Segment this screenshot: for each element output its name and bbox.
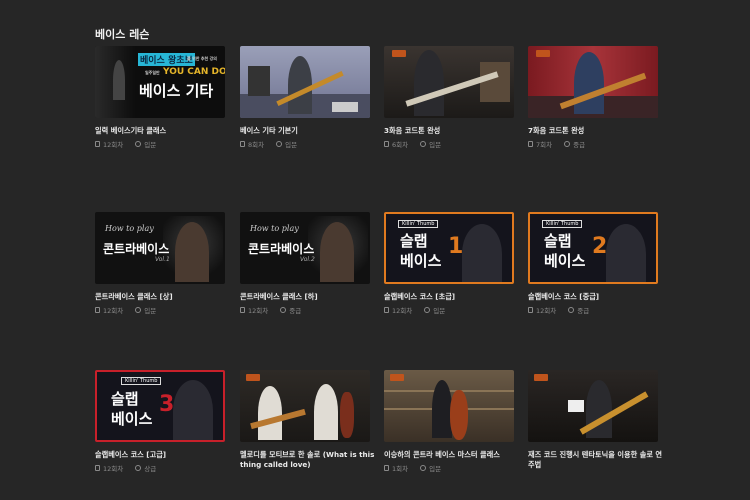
course-card[interactable]: 베이스 기타 기본기 8회차 입문 <box>240 46 370 149</box>
course-card[interactable]: 3화음 코드톤 완성 6회차 입문 <box>384 46 514 149</box>
course-title[interactable]: 슬랩베이스 코스 [중급] <box>528 292 658 302</box>
course-meta: 6회차 입문 <box>384 139 514 149</box>
course-title[interactable]: 콘트라베이스 클래스 [상] <box>95 292 225 302</box>
brand-logo <box>392 50 406 57</box>
course-title[interactable]: 콘트라베이스 클래스 [하] <box>240 292 370 302</box>
course-thumbnail[interactable] <box>384 370 514 442</box>
course-thumbnail[interactable]: Killin' Thumb 슬랩 베이스 3 <box>95 370 225 442</box>
course-meta: 12회차 상급 <box>95 463 225 473</box>
course-thumbnail[interactable]: 베이스 왕초보 를 위한 추천 강의 일주일만 YOU CAN DO 베이스 기… <box>95 46 225 118</box>
level-icon <box>135 141 142 147</box>
level-icon <box>568 307 575 313</box>
course-card[interactable]: How to play 콘트라베이스 Vol.2 콘트라베이스 클래스 [하] … <box>240 212 370 315</box>
course-thumbnail[interactable]: How to play 콘트라베이스 Vol.2 <box>240 212 370 284</box>
course-meta: 1회차 입문 <box>384 463 514 473</box>
bassist-figure <box>432 380 452 438</box>
bassist-figure <box>574 52 604 114</box>
brand-logo <box>536 50 550 57</box>
course-meta: 12회차 입문 <box>384 305 514 315</box>
course-thumbnail[interactable]: Killin' Thumb 슬랩 베이스 2 <box>528 212 658 284</box>
document-icon <box>528 307 533 313</box>
level-icon <box>135 307 142 313</box>
course-thumbnail[interactable] <box>240 46 370 118</box>
document-icon <box>95 141 100 147</box>
course-meta: 7회차 중급 <box>528 139 658 149</box>
person-figure <box>606 224 646 282</box>
course-meta: 12회차 입문 <box>95 139 225 149</box>
course-title[interactable]: 이승하의 콘트라 베이스 마스터 클래스 <box>384 450 514 460</box>
course-thumbnail[interactable] <box>528 370 658 442</box>
course-card[interactable]: 7화음 코드톤 완성 7회차 중급 <box>528 46 658 149</box>
document-icon <box>528 141 533 147</box>
document-icon <box>240 307 245 313</box>
document-icon <box>95 465 100 471</box>
document-icon <box>384 307 389 313</box>
course-card[interactable]: Killin' Thumb 슬랩 베이스 1 슬랩베이스 코스 [초급] 12회… <box>384 212 514 315</box>
bassist-figure <box>414 50 444 116</box>
course-card[interactable]: How to play 콘트라베이스 Vol.1 콘트라베이스 클래스 [상] … <box>95 212 225 315</box>
document-icon <box>384 465 389 471</box>
course-thumbnail[interactable]: How to play 콘트라베이스 Vol.1 <box>95 212 225 284</box>
course-thumbnail[interactable] <box>384 46 514 118</box>
course-title[interactable]: 슬랩베이스 코스 [고급] <box>95 450 225 460</box>
course-meta: 12회차 중급 <box>240 305 370 315</box>
level-icon <box>280 307 287 313</box>
document-icon <box>95 307 100 313</box>
level-icon <box>420 465 427 471</box>
bassist-figure <box>113 60 125 100</box>
document-icon <box>384 141 389 147</box>
course-meta: 8회차 입문 <box>240 139 370 149</box>
course-title[interactable]: 3화음 코드톤 완성 <box>384 126 514 136</box>
document-icon <box>240 141 245 147</box>
bassist-figure <box>288 56 312 114</box>
level-icon <box>276 141 283 147</box>
person-face <box>320 222 354 282</box>
course-title[interactable]: 슬랩베이스 코스 [초급] <box>384 292 514 302</box>
course-thumbnail[interactable] <box>528 46 658 118</box>
course-card[interactable]: 재즈 코드 진행시 텐타토닉을 이용한 솔로 연주법 <box>528 370 662 470</box>
course-card[interactable]: 베이스 왕초보 를 위한 추천 강의 일주일만 YOU CAN DO 베이스 기… <box>95 46 225 149</box>
brand-logo <box>534 374 548 381</box>
course-card[interactable]: 멜로디를 모티브로 한 솔로 (What is this thing calle… <box>240 370 374 470</box>
course-title[interactable]: 일력 베이스기타 클래스 <box>95 126 225 136</box>
guitarist-figure <box>258 386 282 440</box>
section-title: 베이스 레슨 <box>95 28 150 41</box>
course-card[interactable]: 이승하의 콘트라 베이스 마스터 클래스 1회차 입문 <box>384 370 514 473</box>
level-icon <box>135 465 142 471</box>
brand-logo <box>390 374 404 381</box>
course-thumbnail[interactable]: Killin' Thumb 슬랩 베이스 1 <box>384 212 514 284</box>
course-title[interactable]: 재즈 코드 진행시 텐타토닉을 이용한 솔로 연주법 <box>528 450 663 470</box>
person-face <box>175 222 209 282</box>
level-icon <box>424 307 431 313</box>
course-title[interactable]: 멜로디를 모티브로 한 솔로 (What is this thing calle… <box>240 450 375 470</box>
course-title[interactable]: 베이스 기타 기본기 <box>240 126 370 136</box>
course-title[interactable]: 7화음 코드톤 완성 <box>528 126 658 136</box>
level-icon <box>420 141 427 147</box>
course-thumbnail[interactable] <box>240 370 370 442</box>
course-meta: 12회차 중급 <box>528 305 658 315</box>
course-card[interactable]: Killin' Thumb 슬랩 베이스 2 슬랩베이스 코스 [중급] 12회… <box>528 212 658 315</box>
course-meta: 12회차 입문 <box>95 305 225 315</box>
person-figure <box>173 380 213 440</box>
level-icon <box>564 141 571 147</box>
course-card[interactable]: Killin' Thumb 슬랩 베이스 3 슬랩베이스 코스 [고급] 12회… <box>95 370 225 473</box>
bassist-figure <box>314 384 338 440</box>
brand-logo <box>246 374 260 381</box>
person-figure <box>462 224 502 282</box>
